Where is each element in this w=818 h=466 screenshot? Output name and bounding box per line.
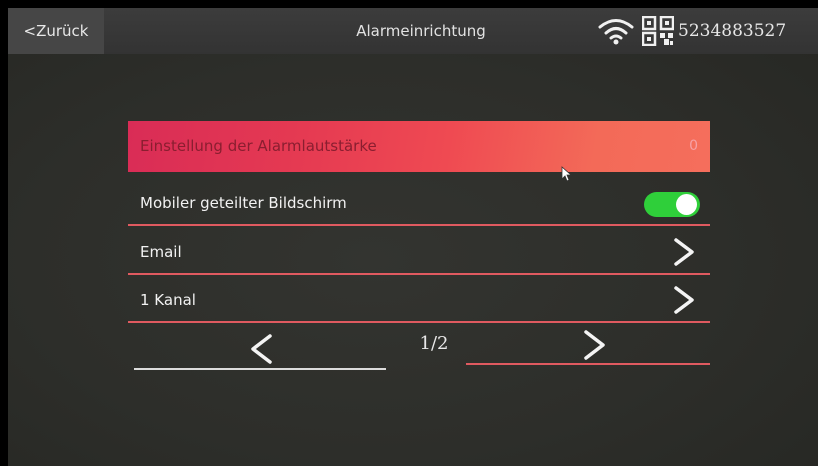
chevron-right-icon[interactable]: [582, 329, 608, 361]
setting-value: 0: [689, 138, 698, 154]
setting-label: 1 Kanal: [140, 291, 196, 309]
wifi-icon: [598, 19, 634, 45]
screen: <Zurück Alarmeinrichtung 5234883527 Eins…: [8, 8, 818, 466]
qr-code-icon[interactable]: [642, 16, 674, 46]
setting-channel[interactable]: 1 Kanal: [128, 277, 710, 323]
setting-mobile-screen-share[interactable]: Mobiler geteilter Bildschirm: [128, 180, 710, 226]
device-id: 5234883527: [678, 21, 787, 41]
chevron-right-icon[interactable]: [672, 237, 696, 267]
toggle-knob: [676, 194, 697, 215]
setting-email[interactable]: Email: [128, 229, 710, 275]
row-separator: [128, 273, 710, 275]
chevron-right-icon[interactable]: [672, 285, 696, 315]
mouse-cursor-icon: [561, 166, 573, 182]
chevron-left-icon[interactable]: [248, 333, 274, 365]
page-title: Alarmeinrichtung: [356, 22, 486, 40]
pagination: 1/2: [128, 323, 710, 383]
setting-alarm-volume[interactable]: Einstellung der Alarmlautstärke 0: [128, 121, 710, 172]
screen-share-toggle[interactable]: [644, 192, 700, 217]
setting-label: Einstellung der Alarmlautstärke: [140, 137, 377, 155]
row-separator: [128, 224, 710, 226]
top-bar: <Zurück Alarmeinrichtung 5234883527: [8, 8, 818, 54]
back-button[interactable]: <Zurück: [8, 8, 104, 54]
setting-label: Email: [140, 243, 182, 261]
setting-label: Mobiler geteilter Bildschirm: [140, 194, 347, 212]
pager-underline-right: [466, 363, 710, 365]
page-indicator: 1/2: [419, 333, 449, 354]
pager-underline-left: [134, 368, 386, 370]
